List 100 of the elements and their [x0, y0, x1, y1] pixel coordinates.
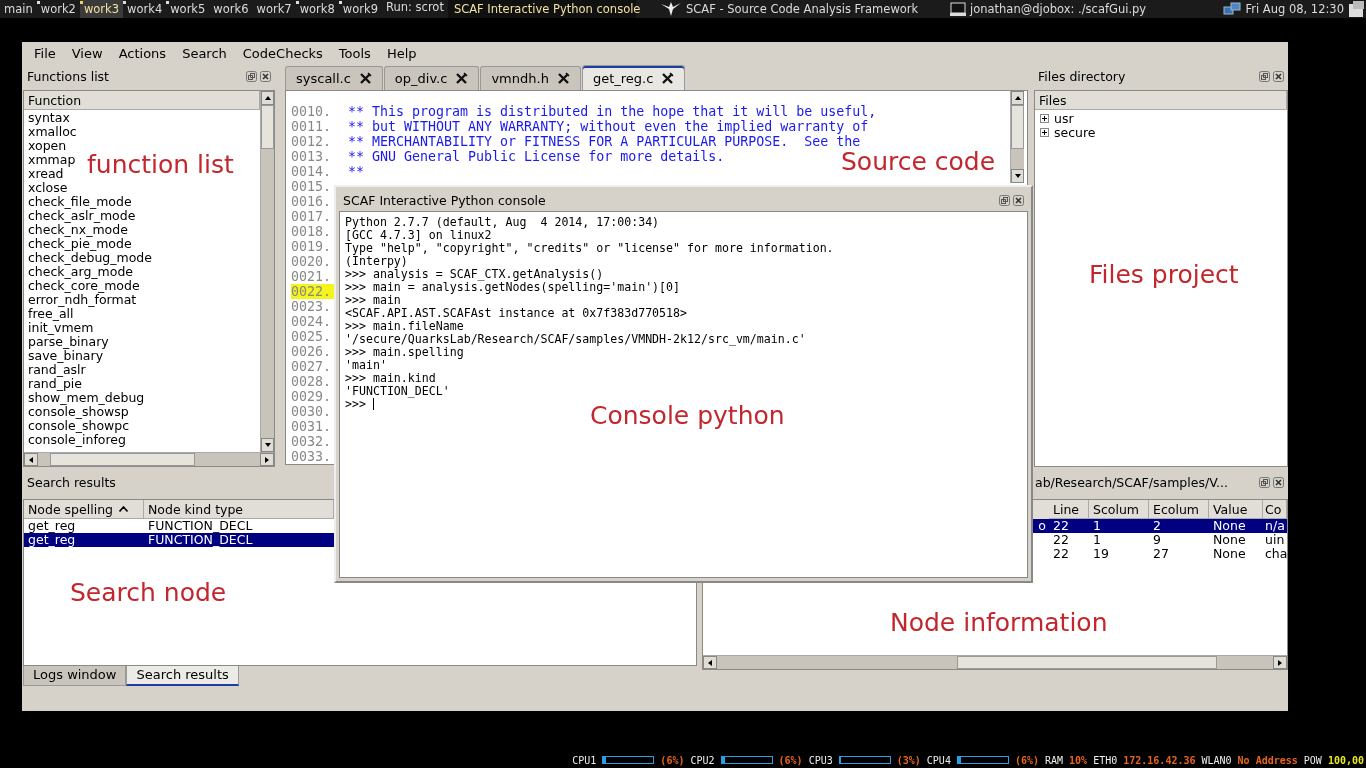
workspace-tab[interactable]: work9 [338, 0, 382, 18]
console-prompt: >>> [345, 397, 366, 411]
node-row[interactable]: 22 1 9 None uin [1033, 533, 1287, 547]
close-icon[interactable] [358, 72, 372, 85]
horizontal-scrollbar[interactable] [703, 655, 1287, 669]
console-line: 'main' [345, 359, 387, 372]
close-icon[interactable] [1273, 70, 1284, 82]
close-icon[interactable] [661, 71, 675, 85]
float-icon[interactable] [1259, 70, 1270, 82]
function-item[interactable]: check_debug_mode [24, 251, 156, 265]
square-icon[interactable] [1348, 1, 1364, 17]
function-item[interactable]: rand_pie [24, 377, 86, 391]
menu-item[interactable]: Help [378, 43, 425, 63]
status-value: 10% [1069, 754, 1088, 766]
function-item[interactable]: show_mem_debug [24, 391, 149, 405]
node-row[interactable]: 22 19 27 None cha [1033, 547, 1287, 561]
line-number: 0033. [291, 449, 333, 464]
annotation-label: Files project [1089, 260, 1239, 289]
code-line: ** GNU General Public License for more details. [348, 149, 725, 164]
function-item[interactable]: check_core_mode [24, 279, 144, 293]
folder-item[interactable]: secure [1054, 124, 1096, 140]
column-header[interactable]: Value [1209, 500, 1263, 519]
column-header[interactable]: Line [1049, 500, 1089, 519]
function-item[interactable]: xopen [24, 139, 71, 153]
function-item[interactable]: save_binary [24, 349, 108, 363]
function-item[interactable]: init_vmem [24, 321, 98, 335]
function-item[interactable]: check_pie_mode [24, 237, 136, 251]
function-item[interactable]: error_ndh_format [24, 293, 141, 307]
column-header[interactable]: Ecolum [1149, 500, 1209, 519]
workspace-tab[interactable]: work7 [252, 0, 296, 18]
menu-item[interactable]: Tools [330, 43, 379, 63]
column-header[interactable]: Files [1035, 91, 1287, 110]
file-tab[interactable]: vmndh.h [480, 66, 581, 90]
column-header[interactable]: Co [1263, 500, 1287, 519]
close-icon[interactable] [1013, 194, 1024, 206]
function-item[interactable]: console_inforeg [24, 433, 130, 447]
function-item[interactable]: check_aslr_mode [24, 209, 140, 223]
result-row[interactable]: get_reg FUNCTION_DECL [24, 519, 334, 533]
file-tab[interactable]: get_reg.c [581, 65, 686, 90]
workspace-tab[interactable]: work5 [166, 0, 210, 18]
vertical-scrollbar[interactable] [1010, 91, 1024, 183]
function-item[interactable]: console_showsp [24, 405, 133, 419]
function-item[interactable]: rand_aslr [24, 363, 90, 377]
workspace-tab[interactable]: work4 [123, 0, 167, 18]
scrollbar-thumb[interactable] [261, 105, 274, 149]
function-item[interactable]: check_file_mode [24, 195, 136, 209]
status-label: CPU3 [808, 754, 833, 766]
function-item[interactable]: parse_binary [24, 335, 113, 349]
menu-item[interactable]: View [63, 43, 111, 63]
workspace-tab[interactable]: work8 [295, 0, 339, 18]
close-icon[interactable] [1273, 476, 1284, 488]
menu-item[interactable]: Actions [110, 43, 175, 63]
function-item[interactable]: check_nx_mode [24, 223, 132, 237]
expand-icon[interactable] [1040, 113, 1049, 123]
file-tab[interactable]: op_div.c [383, 66, 480, 90]
function-item[interactable]: free_all [24, 307, 78, 321]
code-line: ** [348, 164, 364, 179]
workspace-tab[interactable]: main [0, 0, 37, 18]
close-icon[interactable] [556, 72, 570, 85]
menu-item[interactable]: File [26, 43, 64, 63]
horizontal-scrollbar[interactable] [24, 452, 274, 466]
close-icon[interactable] [455, 72, 469, 85]
function-item[interactable]: xclose [24, 181, 72, 195]
menu-item[interactable]: Search [174, 43, 235, 63]
vertical-scrollbar[interactable] [260, 91, 274, 452]
column-header[interactable]: Function [24, 91, 260, 110]
function-item[interactable]: xread [24, 167, 68, 181]
float-icon[interactable] [1259, 476, 1270, 488]
scrollbar-thumb[interactable] [957, 656, 1217, 669]
expand-icon[interactable] [1040, 127, 1049, 137]
float-icon[interactable] [246, 70, 257, 82]
folder-item[interactable]: usr [1054, 110, 1074, 126]
line-number: 0017. [291, 209, 333, 224]
console-area[interactable] [339, 211, 1028, 578]
scrollbar-thumb[interactable] [50, 453, 195, 466]
column-header[interactable]: Scolum [1089, 500, 1149, 519]
function-item[interactable]: xmmap [24, 153, 80, 167]
panel-title: Files directory [1038, 68, 1126, 84]
clock: Fri Aug 08, 12:30 [1245, 2, 1344, 16]
node-row[interactable]: o 22 1 2 None n/a [1033, 519, 1287, 533]
panel-tab[interactable]: Search results [126, 666, 239, 686]
panel-tab[interactable]: Logs window [23, 666, 127, 686]
float-icon[interactable] [999, 194, 1010, 206]
function-item[interactable]: console_showpc [24, 419, 134, 433]
annotation-label: Console python [590, 401, 785, 430]
file-tab[interactable]: syscall.c [285, 66, 383, 90]
column-header[interactable]: Node kind type [144, 500, 334, 519]
scrollbar-thumb[interactable] [1011, 105, 1024, 149]
workspace-tab[interactable]: work3 [79, 0, 124, 18]
annotation-label: Source code [841, 147, 996, 176]
workspace-tab[interactable]: work6 [209, 0, 253, 18]
close-icon[interactable] [260, 70, 271, 82]
function-item[interactable]: xmalloc [24, 125, 81, 139]
function-item[interactable]: check_arg_mode [24, 265, 138, 279]
result-row[interactable]: get_reg FUNCTION_DECL [24, 533, 334, 547]
menu-item[interactable]: CodeChecks [234, 43, 331, 63]
workspace-tab[interactable]: work2 [36, 0, 80, 18]
function-item[interactable]: syntax [24, 111, 74, 125]
status-label: POW [1303, 754, 1322, 766]
column-header[interactable]: Node spelling [24, 500, 144, 519]
